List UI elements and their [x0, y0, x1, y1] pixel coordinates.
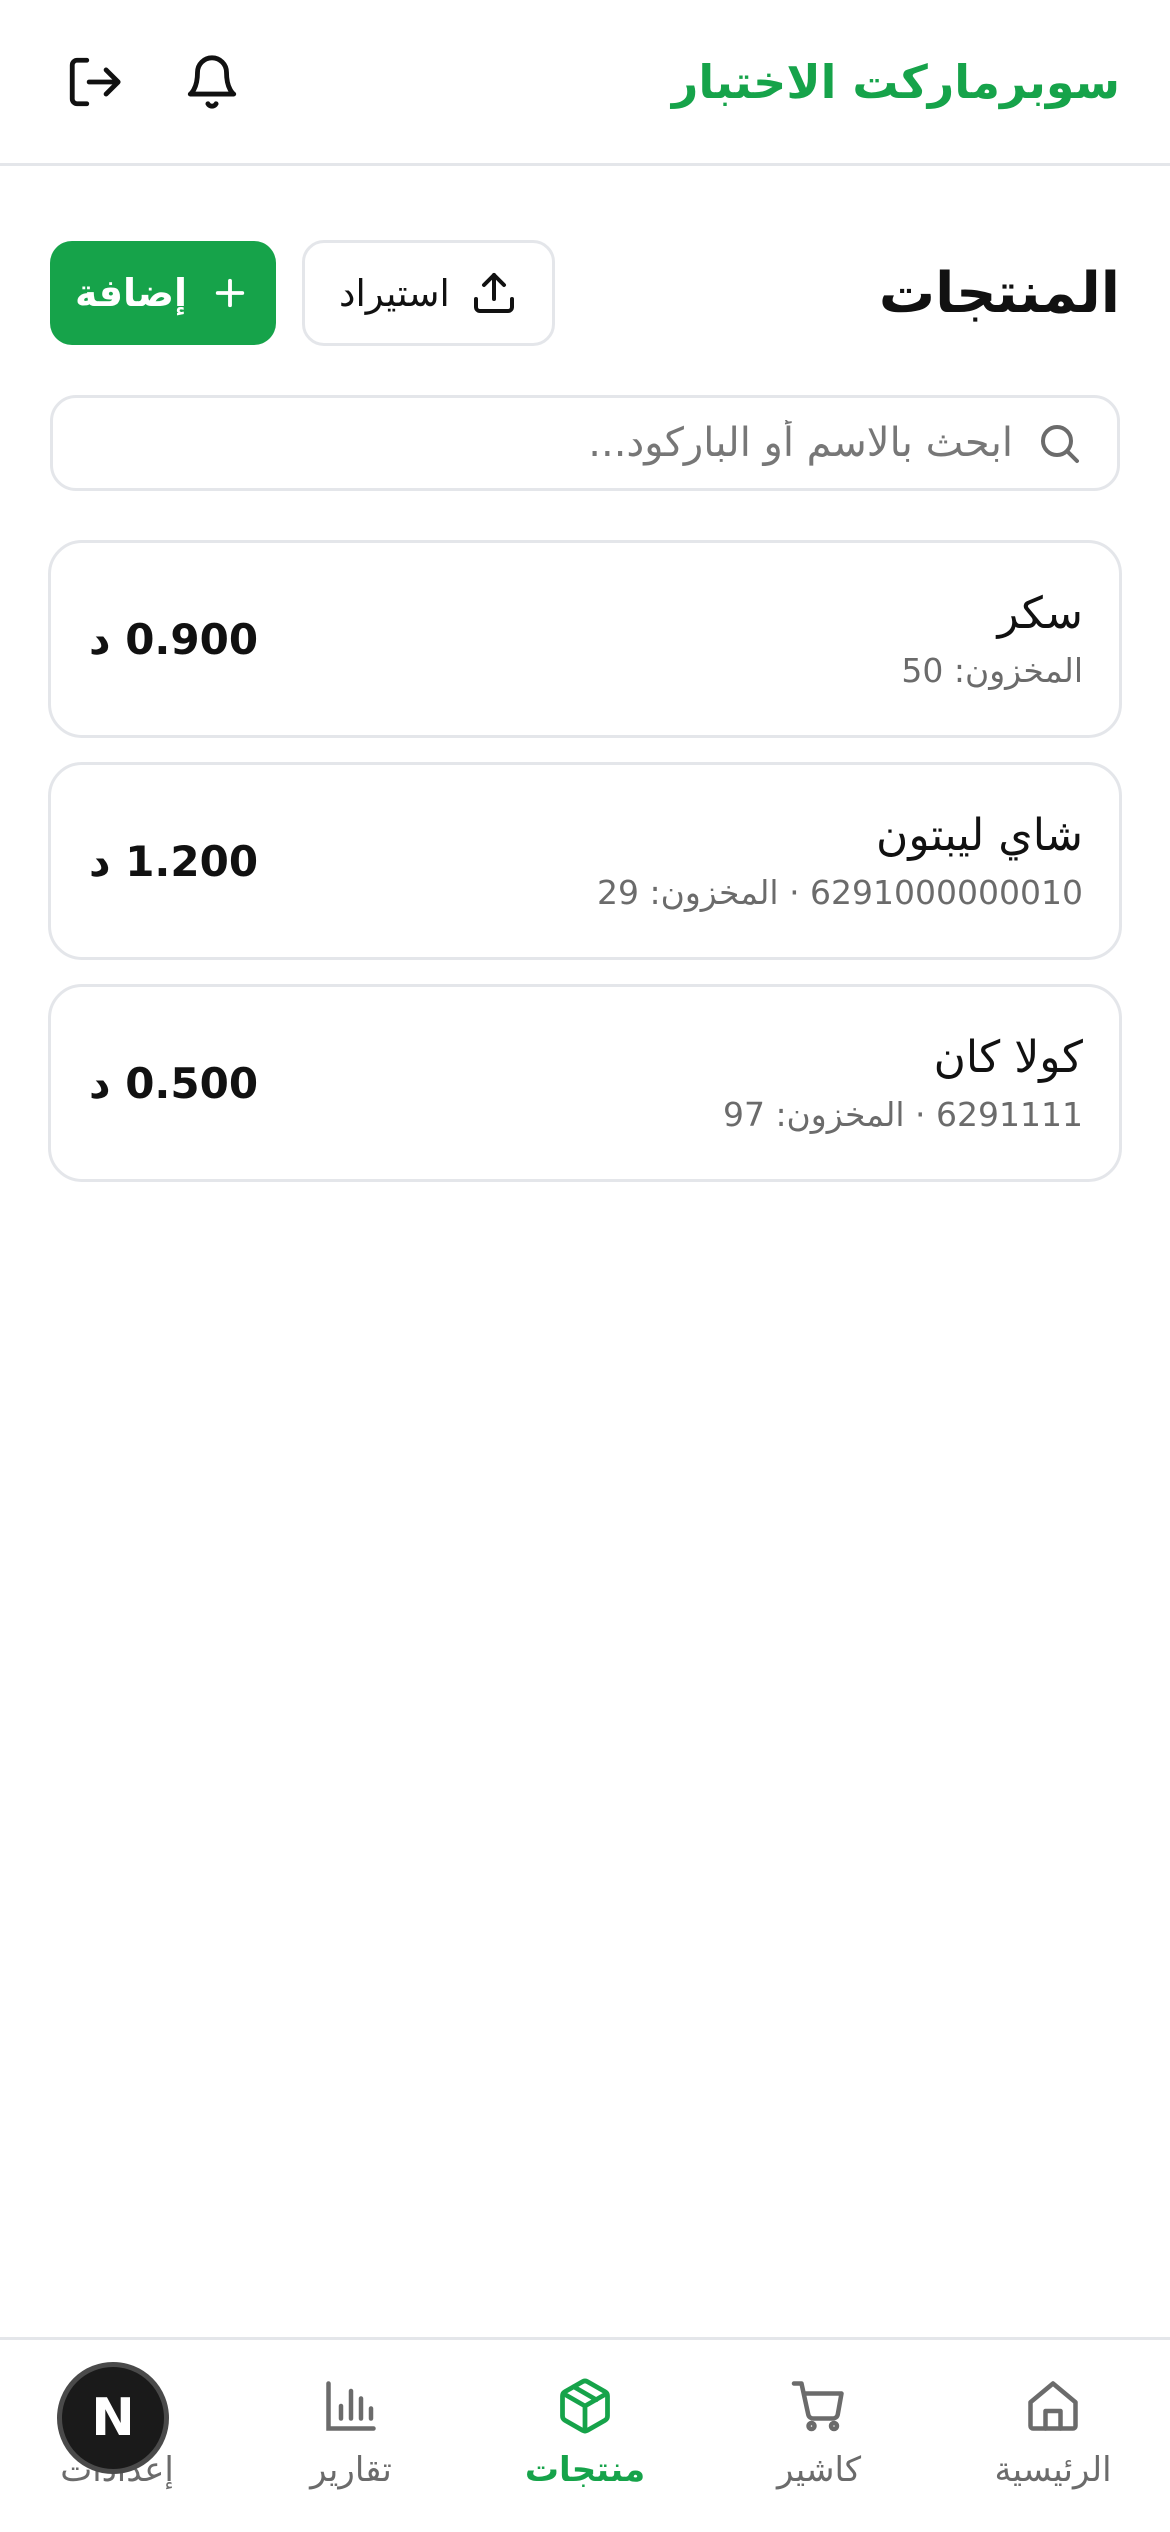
- nav-label: منتجات: [524, 2450, 646, 2490]
- product-info: كولا كان 6291111 · المخزون: 97: [723, 1032, 1083, 1134]
- import-button[interactable]: استيراد: [302, 240, 555, 346]
- header-actions: [64, 52, 242, 112]
- product-price: 0.500 د: [89, 1058, 259, 1108]
- notifications-button[interactable]: [182, 52, 242, 112]
- import-label: استيراد: [339, 271, 450, 315]
- page-title-row: المنتجات استيراد إضافة: [50, 240, 1120, 346]
- app-root: سوبرماركت الاختبار المنتجات استيراد إضاف…: [0, 0, 1170, 2532]
- nav-label: كاشير: [776, 2450, 862, 2490]
- cart-icon: [791, 2381, 844, 2432]
- product-info: شاي ليبتون 6291000000010 · المخزون: 29: [597, 810, 1083, 912]
- plus-icon: [215, 278, 245, 308]
- product-price: 0.900 د: [89, 614, 259, 664]
- nav-item-products[interactable]: منتجات: [468, 2340, 702, 2532]
- nav-item-settings[interactable]: إعدادات N: [0, 2340, 234, 2532]
- bell-icon: [187, 54, 237, 109]
- product-card[interactable]: سكر المخزون: 50 0.900 د: [48, 540, 1122, 738]
- search-bar: [50, 395, 1120, 491]
- logout-button[interactable]: [64, 52, 124, 112]
- upload-icon: [473, 273, 514, 313]
- bar-chart-icon: [326, 2381, 376, 2431]
- search-input[interactable]: [87, 420, 1013, 466]
- page-title: المنتجات: [878, 260, 1120, 326]
- logout-icon: [69, 57, 121, 106]
- home-icon: [1028, 2381, 1078, 2431]
- product-name: كولا كان: [933, 1032, 1083, 1083]
- devtools-badge[interactable]: N: [57, 2362, 169, 2474]
- product-name: سكر: [997, 588, 1083, 639]
- nav-label: الرئيسية: [994, 2450, 1112, 2490]
- product-list: سكر المخزون: 50 0.900 د شاي ليبتون 62910…: [48, 540, 1122, 1206]
- store-name: سوبرماركت الاختبار: [671, 54, 1120, 109]
- add-product-button[interactable]: إضافة: [50, 241, 276, 345]
- title-actions: استيراد إضافة: [50, 240, 555, 346]
- nav-item-cashier[interactable]: كاشير: [702, 2340, 936, 2532]
- product-meta: المخزون: 50: [901, 651, 1083, 690]
- product-info: سكر المخزون: 50: [901, 588, 1083, 690]
- product-card[interactable]: كولا كان 6291111 · المخزون: 97 0.500 د: [48, 984, 1122, 1182]
- box-icon: [560, 2378, 610, 2434]
- product-price: 1.200 د: [89, 836, 259, 886]
- nav-item-home[interactable]: الرئيسية: [936, 2340, 1170, 2532]
- product-meta: 6291111 · المخزون: 97: [722, 1095, 1083, 1134]
- add-label: إضافة: [75, 271, 187, 315]
- product-card[interactable]: شاي ليبتون 6291000000010 · المخزون: 29 1…: [48, 762, 1122, 960]
- product-meta: 6291000000010 · المخزون: 29: [596, 873, 1083, 912]
- nav-item-reports[interactable]: تقارير: [234, 2340, 468, 2532]
- nav-label: تقارير: [310, 2450, 392, 2490]
- product-name: شاي ليبتون: [876, 810, 1083, 861]
- bottom-nav: الرئيسية كاشير منتجات تقارير N: [0, 2337, 1170, 2532]
- search-icon: [1041, 425, 1079, 463]
- top-header: سوبرماركت الاختبار: [0, 0, 1170, 166]
